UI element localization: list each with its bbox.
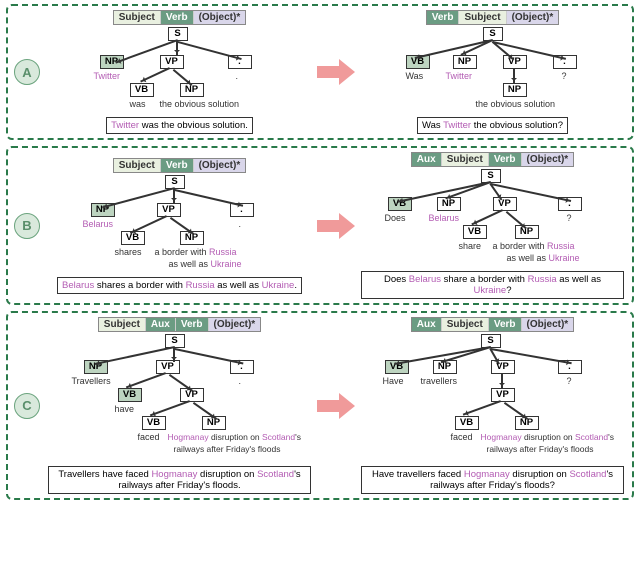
node-vp: VP (160, 55, 184, 69)
pattern-object: (Object)* (522, 318, 574, 331)
arrow-icon (315, 213, 357, 239)
leaf-twitter: Twitter (446, 71, 473, 81)
pattern-b-right: Aux Subject Verb (Object)* (411, 152, 574, 167)
pattern-verb: Verb (161, 159, 194, 172)
tree-b-left: S NP VP . VB NP Belarus shares a border … (45, 175, 314, 275)
pattern-a-right: Verb Subject (Object)* (426, 10, 559, 25)
leaf-obj: the obvious solution (160, 99, 240, 109)
node-vb2: VB (463, 225, 487, 239)
pattern-object: (Object)* (194, 159, 246, 172)
leaf-obj2: as well as Ukraine (169, 259, 242, 269)
leaf-obj1: a border with Russia (493, 241, 575, 251)
leaf-q: ? (567, 376, 572, 386)
sentence-b-right: Does Belarus share a border with Russia … (361, 271, 625, 299)
pattern-object: (Object)* (209, 318, 261, 331)
sentence-c-right: Have travellers faced Hogmanay disruptio… (361, 466, 625, 494)
leaf-trav: travellers (421, 376, 458, 386)
pattern-object: (Object)* (194, 11, 246, 24)
node-np2: NP (503, 83, 527, 97)
leaf-obj1: a border with Russia (155, 247, 237, 257)
tree-b-right: S VB NP VP . VB NP Does Belarus share a … (358, 169, 627, 269)
leaf-belarus: Belarus (83, 219, 114, 229)
pattern-object: (Object)* (507, 11, 559, 24)
leaf-objb: railways after Friday's floods (487, 444, 594, 454)
pattern-subject: Subject (459, 11, 506, 24)
leaf-was: Was (406, 71, 424, 81)
badge-b: B (14, 213, 40, 239)
pattern-c-left: Subject Aux Verb (Object)* (98, 317, 261, 332)
pattern-aux: Aux (412, 318, 442, 331)
leaf-obja: Hogmanay disruption on Scotland's (481, 432, 614, 442)
leaf-period: . (239, 376, 242, 386)
badge-a: A (14, 59, 40, 85)
pattern-subject: Subject (442, 153, 489, 166)
panel-b-right: Aux Subject Verb (Object)* S VB NP VP . … (357, 151, 628, 300)
node-vp2: VP (491, 388, 515, 402)
panel-b-left: Subject Verb (Object)* S NP VP . VB NP B… (44, 157, 315, 295)
leaf-obj: the obvious solution (476, 99, 556, 109)
sentence-a-right: Was Twitter the obvious solution? (417, 117, 568, 134)
leaf-objb: railways after Friday's floods (174, 444, 281, 454)
node-vb2: VB (455, 416, 479, 430)
pattern-verb: Verb (176, 318, 209, 331)
leaf-share: share (459, 241, 482, 251)
node-vb2: VB (142, 416, 166, 430)
tree-a-right: S VB NP VP . NP Was Twitter the obvious … (358, 27, 627, 115)
example-c: C Subject Aux Verb (Object)* S NP VP . V… (6, 311, 634, 500)
tree-a-left: S NP VP . VB NP Twitter was the obvious … (45, 27, 314, 115)
example-a: A Subject Verb (Object)* S NP VP . VB NP… (6, 4, 634, 140)
arrow-icon (315, 59, 357, 85)
leaf-was: was (130, 99, 146, 109)
pattern-aux: Aux (146, 318, 176, 331)
sentence-b-left: Belarus shares a border with Russia as w… (57, 277, 302, 294)
pattern-aux: Aux (412, 153, 442, 166)
leaf-period: . (239, 219, 242, 229)
pattern-object: (Object)* (522, 153, 574, 166)
pattern-a-left: Subject Verb (Object)* (113, 10, 246, 25)
pattern-c-right: Aux Subject Verb (Object)* (411, 317, 574, 332)
panel-c-right: Aux Subject Verb (Object)* S VB NP VP . … (357, 316, 628, 495)
node-vp: VP (157, 203, 181, 217)
leaf-have: Have (383, 376, 404, 386)
leaf-twitter: Twitter (94, 71, 121, 81)
node-vb1: VB (118, 388, 142, 402)
node-vb: VB (130, 83, 154, 97)
tree-c-right: S VB NP VP . VP VB NP Have travellers fa… (358, 334, 627, 464)
badge-c: C (14, 393, 40, 419)
example-b: B Subject Verb (Object)* S NP VP . VB NP… (6, 146, 634, 305)
sentence-a-left: Twitter was the obvious solution. (106, 117, 253, 134)
node-np: NP (453, 55, 477, 69)
pattern-subject: Subject (114, 159, 161, 172)
pattern-subject: Subject (442, 318, 489, 331)
tree-c-left: S NP VP . VB VP VB NP Travellers have fa… (45, 334, 314, 464)
pattern-b-left: Subject Verb (Object)* (113, 158, 246, 173)
leaf-obj2: as well as Ukraine (507, 253, 580, 263)
panel-a-right: Verb Subject (Object)* S VB NP VP . NP W… (357, 9, 628, 135)
pattern-verb: Verb (489, 153, 522, 166)
leaf-shares: shares (115, 247, 142, 257)
pattern-subject: Subject (99, 318, 146, 331)
leaf-have: have (115, 404, 135, 414)
leaf-faced: faced (451, 432, 473, 442)
sentence-c-left: Travellers have faced Hogmanay disruptio… (48, 466, 312, 494)
pattern-verb: Verb (161, 11, 194, 24)
pattern-verb: Verb (427, 11, 460, 24)
leaf-q: ? (562, 71, 567, 81)
leaf-does: Does (385, 213, 406, 223)
panel-c-left: Subject Aux Verb (Object)* S NP VP . VB … (44, 316, 315, 495)
leaf-obja: Hogmanay disruption on Scotland's (168, 432, 301, 442)
leaf-trav: Travellers (72, 376, 111, 386)
arrow-icon (315, 393, 357, 419)
leaf-faced: faced (138, 432, 160, 442)
leaf-belarus: Belarus (429, 213, 460, 223)
pattern-subject: Subject (114, 11, 161, 24)
leaf-period: . (236, 71, 239, 81)
panel-a-left: Subject Verb (Object)* S NP VP . VB NP T… (44, 9, 315, 135)
pattern-verb: Verb (489, 318, 522, 331)
leaf-q: ? (567, 213, 572, 223)
